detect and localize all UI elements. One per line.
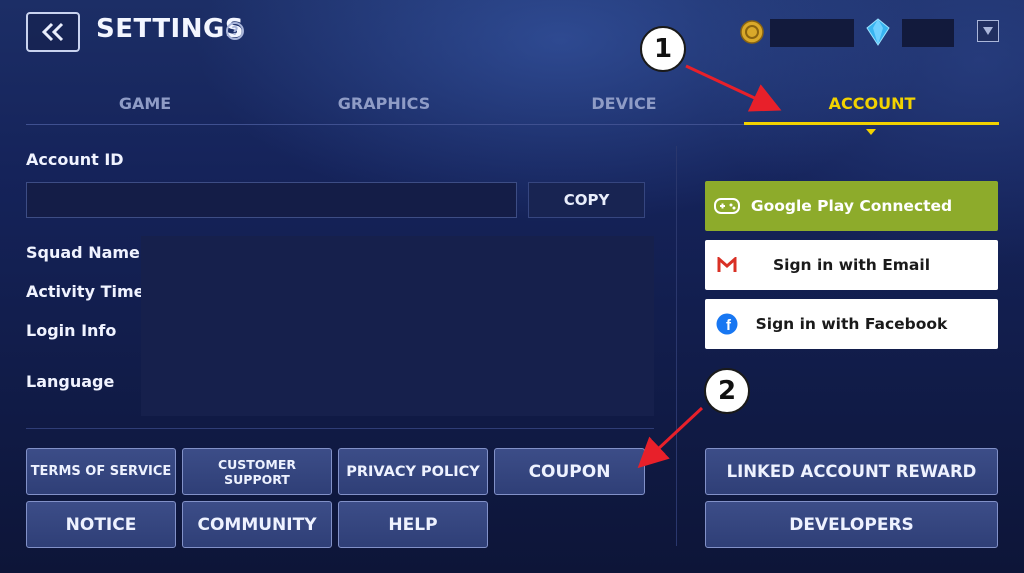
annotation-arrows xyxy=(637,64,782,469)
annotation-marker-1: 1 xyxy=(640,26,686,72)
annotation-arrow-2 xyxy=(637,406,704,469)
annotation-arrow-1 xyxy=(685,64,782,112)
annotation-marker-2: 2 xyxy=(704,368,750,414)
